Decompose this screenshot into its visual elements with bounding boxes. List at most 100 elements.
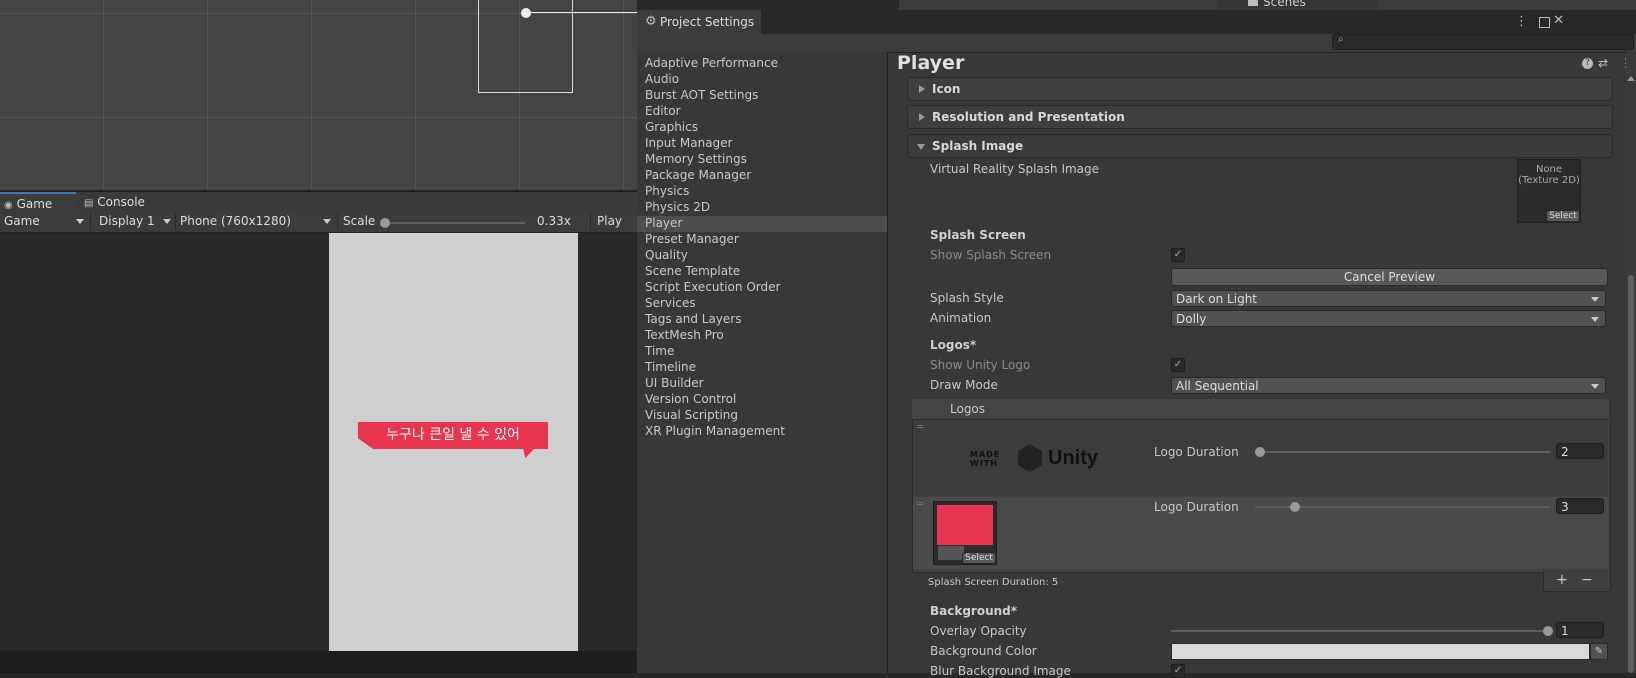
show-unity-logo-label: Show Unity Logo bbox=[930, 358, 1031, 372]
divider bbox=[175, 213, 176, 230]
nav-item-version-control[interactable]: Version Control bbox=[645, 391, 736, 407]
display-dropdown[interactable]: Display 1 bbox=[99, 213, 173, 230]
search-input[interactable]: ⌕ bbox=[1332, 34, 1634, 50]
show-splash-checkbox[interactable]: ✓ bbox=[1171, 248, 1185, 262]
nav-item-scene-template[interactable]: Scene Template bbox=[645, 263, 740, 279]
animation-dropdown[interactable]: Dolly bbox=[1171, 310, 1606, 327]
vr-splash-image-field[interactable]: None (Texture 2D) Select bbox=[1517, 159, 1581, 223]
scenes-folder[interactable]: Scenes bbox=[1217, 0, 1377, 10]
nav-item-memory-settings[interactable]: Memory Settings bbox=[645, 151, 747, 167]
drag-handle-icon[interactable]: ═ bbox=[917, 499, 923, 510]
nav-item-time[interactable]: Time bbox=[645, 343, 674, 359]
console-icon: ▤ bbox=[84, 198, 94, 209]
tab-console-label: Console bbox=[97, 195, 145, 209]
resolution-value: Phone (760x1280) bbox=[180, 214, 291, 228]
nav-item-package-manager[interactable]: Package Manager bbox=[645, 167, 751, 183]
thumbnail-shadow bbox=[938, 546, 964, 560]
nav-item-ui-builder[interactable]: UI Builder bbox=[645, 375, 704, 391]
scale-slider-handle[interactable] bbox=[380, 218, 390, 228]
overlay-opacity-slider[interactable] bbox=[1171, 630, 1550, 632]
draw-mode-dropdown[interactable]: All Sequential bbox=[1171, 377, 1606, 394]
nav-item-physics[interactable]: Physics bbox=[645, 183, 689, 199]
background-color-label: Background Color bbox=[930, 644, 1037, 658]
view-mode-dropdown[interactable]: Game bbox=[4, 213, 88, 230]
logos-list-header: Logos bbox=[912, 399, 1609, 420]
tab-project-settings[interactable]: ⚙ Project Settings bbox=[637, 10, 761, 34]
scene-view[interactable] bbox=[0, 0, 637, 190]
background-header: Background* bbox=[930, 604, 1018, 618]
scale-slider[interactable] bbox=[385, 222, 525, 224]
nav-item-burst-aot-settings[interactable]: Burst AOT Settings bbox=[645, 87, 758, 103]
scrollbar-thumb[interactable] bbox=[1628, 275, 1634, 673]
chevron-down-icon bbox=[323, 219, 331, 224]
logo-duration-field[interactable]: 2 bbox=[1556, 443, 1604, 459]
logo-duration-field[interactable]: 3 bbox=[1556, 498, 1604, 514]
blur-background-checkbox[interactable]: ✓ bbox=[1171, 664, 1185, 678]
overlay-opacity-field[interactable]: 1 bbox=[1556, 622, 1604, 638]
eyedropper-icon[interactable]: ✎ bbox=[1590, 643, 1608, 660]
add-button[interactable]: + bbox=[1556, 572, 1568, 588]
unity-cube-icon bbox=[1018, 444, 1042, 472]
foldout-splash-image[interactable]: Splash Image bbox=[907, 134, 1613, 158]
drag-handle-icon[interactable]: ═ bbox=[917, 422, 923, 433]
logo-duration-handle[interactable] bbox=[1255, 447, 1265, 457]
nav-item-audio[interactable]: Audio bbox=[645, 71, 679, 87]
select-button[interactable]: Select bbox=[1546, 210, 1580, 222]
scroll-up-icon[interactable] bbox=[1627, 76, 1635, 81]
nav-item-services[interactable]: Services bbox=[645, 295, 696, 311]
splash-style-dropdown[interactable]: Dark on Light bbox=[1171, 290, 1606, 307]
play-focus-dropdown[interactable]: Play Fo bbox=[597, 213, 637, 245]
foldout-label: Icon bbox=[932, 82, 961, 96]
texture-none-label: None bbox=[1535, 164, 1563, 175]
nav-item-graphics[interactable]: Graphics bbox=[645, 119, 698, 135]
divider bbox=[337, 213, 338, 230]
nav-item-preset-manager[interactable]: Preset Manager bbox=[645, 231, 739, 247]
nav-item-player[interactable]: Player bbox=[645, 215, 682, 231]
nav-item-textmesh-pro[interactable]: TextMesh Pro bbox=[645, 327, 724, 343]
logo-duration-slider[interactable] bbox=[1255, 451, 1550, 453]
logo-brand-text: Unity bbox=[1048, 447, 1098, 469]
preset-icon[interactable]: ⇄ bbox=[1598, 56, 1608, 70]
nav-item-quality[interactable]: Quality bbox=[645, 247, 688, 263]
cancel-preview-button[interactable]: Cancel Preview bbox=[1171, 268, 1608, 286]
more-options-icon[interactable]: ⋮ bbox=[1515, 14, 1528, 29]
show-unity-logo-checkbox[interactable]: ✓ bbox=[1171, 358, 1185, 372]
foldout-icon-section[interactable]: Icon bbox=[907, 77, 1613, 101]
splash-style-label: Splash Style bbox=[930, 291, 1004, 305]
logo-sprite-field[interactable]: Select bbox=[933, 501, 997, 565]
tab-console[interactable]: ▤ Console bbox=[80, 192, 168, 212]
logo-duration-handle[interactable] bbox=[1290, 502, 1300, 512]
draw-mode-label: Draw Mode bbox=[930, 378, 998, 392]
nav-item-physics-2d[interactable]: Physics 2D bbox=[645, 199, 710, 215]
nav-item-script-execution-order[interactable]: Script Execution Order bbox=[645, 279, 780, 295]
nav-item-input-manager[interactable]: Input Manager bbox=[645, 135, 733, 151]
nav-item-xr-plugin-management[interactable]: XR Plugin Management bbox=[645, 423, 785, 439]
display-value: Display 1 bbox=[99, 214, 155, 228]
overlay-opacity-handle[interactable] bbox=[1543, 626, 1553, 636]
banner-text: 누구나 큰일 낼 수 있어 bbox=[358, 422, 548, 449]
folder-icon bbox=[1248, 0, 1258, 6]
nav-item-timeline[interactable]: Timeline bbox=[645, 359, 696, 375]
resolution-dropdown[interactable]: Phone (760x1280) bbox=[180, 213, 335, 230]
chevron-down-icon bbox=[163, 219, 171, 224]
foldout-resolution[interactable]: Resolution and Presentation bbox=[907, 105, 1613, 129]
page-title: Player bbox=[897, 52, 965, 74]
chevron-down-icon bbox=[1591, 297, 1599, 302]
unity-logo-image: MADE WITH Unity bbox=[968, 440, 1118, 480]
help-icon[interactable]: ? bbox=[1582, 58, 1593, 69]
nav-item-tags-and-layers[interactable]: Tags and Layers bbox=[645, 311, 741, 327]
game-toolbar: Game Display 1 Phone (760x1280) Scale 0.… bbox=[0, 211, 637, 245]
nav-item-editor[interactable]: Editor bbox=[645, 103, 681, 119]
remove-button[interactable]: − bbox=[1581, 572, 1593, 588]
nav-item-adaptive-performance[interactable]: Adaptive Performance bbox=[645, 55, 778, 71]
scene-handle[interactable] bbox=[521, 8, 531, 18]
chevron-down-icon bbox=[76, 219, 84, 224]
splash-screen-header: Splash Screen bbox=[930, 228, 1026, 242]
select-button[interactable]: Select bbox=[962, 552, 996, 564]
nav-item-visual-scripting[interactable]: Visual Scripting bbox=[645, 407, 738, 423]
scenes-label: Scenes bbox=[1263, 0, 1306, 9]
background-color-swatch[interactable] bbox=[1171, 643, 1590, 660]
maximize-icon[interactable] bbox=[1539, 17, 1550, 28]
close-icon[interactable]: ✕ bbox=[1553, 13, 1564, 28]
splash-duration-text: Splash Screen Duration: 5 bbox=[928, 577, 1059, 588]
